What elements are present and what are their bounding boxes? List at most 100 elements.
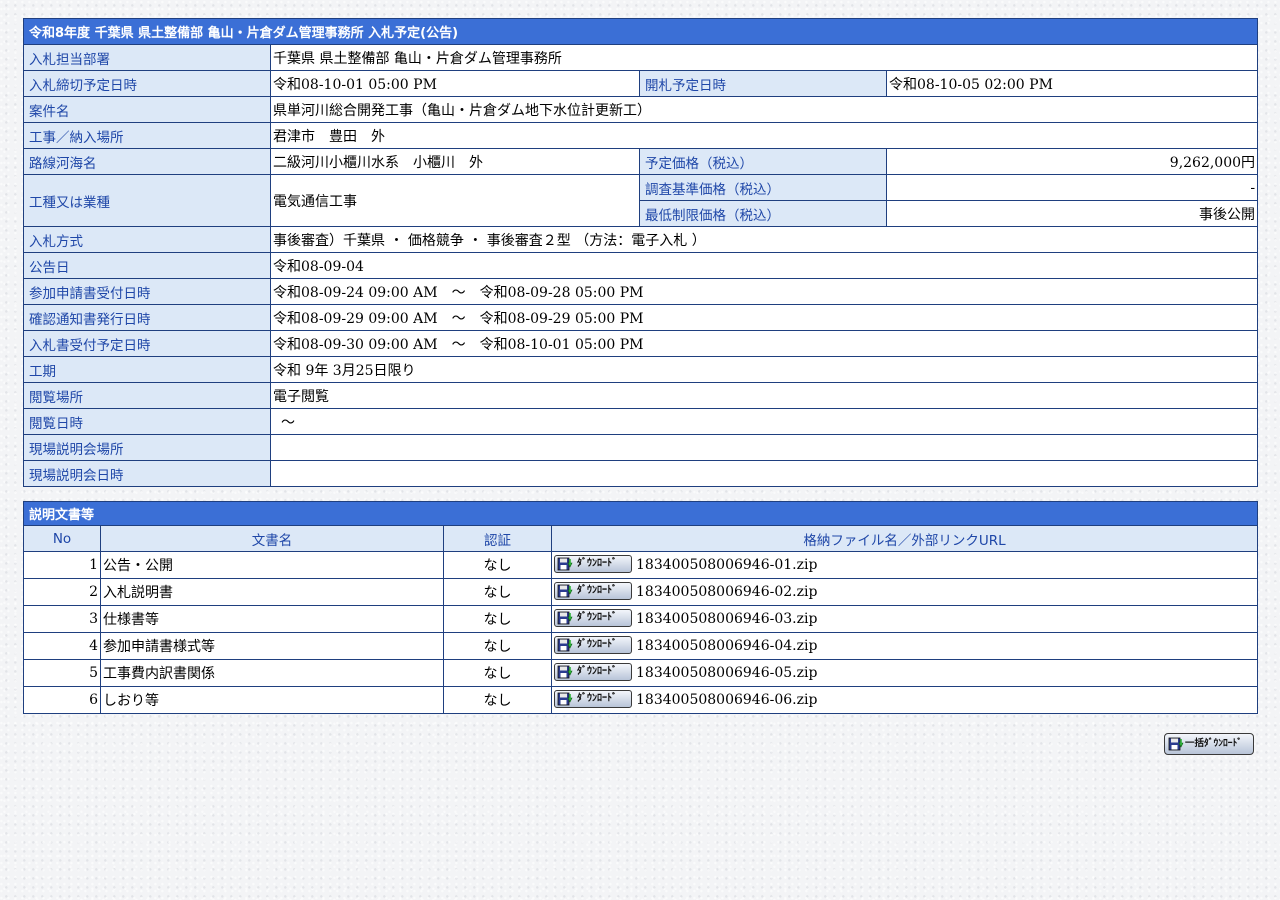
bulk-download-button[interactable]: 一括ﾀﾞｳﾝﾛｰﾄﾞ — [1164, 733, 1254, 755]
doc-name: 入札説明書 — [100, 578, 444, 606]
floppy-download-icon — [557, 692, 573, 705]
application-label: 参加申請書受付日時 — [23, 278, 271, 305]
file-name: 183400508006946-03.zip — [636, 611, 818, 627]
file-name: 183400508006946-06.zip — [636, 692, 818, 708]
doc-name: 参加申請書様式等 — [100, 632, 444, 660]
download-button-label: ﾀﾞｳﾝﾛｰﾄﾞ — [577, 665, 617, 677]
project-value: 県単河川総合開発工事（亀山・片倉ダム地下水位計更新工） — [269, 96, 1259, 123]
download-button-label: ﾀﾞｳﾝﾛｰﾄﾞ — [577, 584, 617, 596]
location-value: 君津市 豊田 外 — [269, 122, 1259, 149]
bid-receipt-label: 入札書受付予定日時 — [23, 330, 271, 357]
survey-price-value: - — [885, 174, 1259, 201]
download-button[interactable]: ﾀﾞｳﾝﾛｰﾄﾞ — [554, 581, 632, 600]
deadline-value: 令和08-10-01 05:00 PM — [270, 70, 640, 97]
department-value: 千葉県 県土整備部 亀山・片倉ダム管理事務所 — [269, 44, 1259, 71]
col-header-no: No — [23, 525, 101, 552]
opening-value: 令和08-10-05 02:00 PM — [885, 70, 1259, 97]
doc-no: 1 — [23, 551, 101, 579]
table-row: 5 工事費内訳書関係 なし ﾀﾞｳﾝﾛｰﾄﾞ 183400508006946-0… — [23, 659, 1259, 687]
doc-auth: なし — [443, 632, 552, 660]
department-label: 入札担当部署 — [23, 44, 271, 71]
bid-info-table: 令和8年度 千葉県 県土整備部 亀山・片倉ダム管理事務所 入札予定(公告) 入札… — [22, 18, 1259, 487]
doc-no: 5 — [23, 659, 101, 687]
documents-title: 説明文書等 — [22, 501, 1259, 526]
bulk-download-label: 一括ﾀﾞｳﾝﾛｰﾄﾞ — [1185, 738, 1243, 749]
doc-file-cell: ﾀﾞｳﾝﾛｰﾄﾞ 183400508006946-02.zip — [550, 578, 1259, 606]
floppy-download-icon — [557, 557, 573, 570]
viewing-date-label: 閲覧日時 — [23, 408, 271, 435]
doc-file-cell: ﾀﾞｳﾝﾛｰﾄﾞ 183400508006946-05.zip — [550, 659, 1259, 687]
viewing-place-label: 閲覧場所 — [23, 382, 271, 409]
download-button-label: ﾀﾞｳﾝﾛｰﾄﾞ — [577, 557, 617, 569]
download-button[interactable]: ﾀﾞｳﾝﾛｰﾄﾞ — [554, 662, 632, 681]
site-briefing-date-label: 現場説明会日時 — [23, 460, 271, 487]
floppy-download-icon — [557, 665, 573, 678]
doc-auth: なし — [443, 551, 552, 579]
doc-file-cell: ﾀﾞｳﾝﾛｰﾄﾞ 183400508006946-01.zip — [550, 551, 1259, 579]
table-row: 4 参加申請書様式等 なし ﾀﾞｳﾝﾛｰﾄﾞ 183400508006946-0… — [23, 632, 1259, 660]
period-value: 令和 9年 3月25日限り — [269, 356, 1259, 383]
col-header-doc-name: 文書名 — [100, 525, 444, 552]
documents-table: 説明文書等 No 文書名 認証 格納ファイル名／外部リンクURL 1 公告・公開… — [22, 501, 1259, 714]
file-name: 183400508006946-04.zip — [636, 638, 818, 654]
download-button[interactable]: ﾀﾞｳﾝﾛｰﾄﾞ — [554, 608, 632, 627]
notice-date-label: 公告日 — [23, 252, 271, 279]
location-label: 工事／納入場所 — [23, 122, 271, 149]
period-label: 工期 — [23, 356, 271, 383]
floppy-download-icon — [557, 638, 573, 651]
download-button-label: ﾀﾞｳﾝﾛｰﾄﾞ — [577, 692, 617, 704]
work-type-label: 工種又は業種 — [23, 174, 271, 227]
work-type-value: 電気通信工事 — [270, 174, 640, 227]
min-price-value: 事後公開 — [885, 200, 1259, 227]
file-name: 183400508006946-05.zip — [636, 665, 818, 681]
floppy-download-icon — [557, 584, 573, 597]
planned-price-value: 9,262,000円 — [885, 148, 1259, 175]
application-value: 令和08-09-24 09:00 AM ～ 令和08-09-28 05:00 P… — [269, 278, 1259, 305]
floppy-download-icon — [557, 611, 573, 624]
site-briefing-place-value — [269, 434, 1259, 461]
route-label: 路線河海名 — [23, 148, 271, 175]
doc-file-cell: ﾀﾞｳﾝﾛｰﾄﾞ 183400508006946-06.zip — [550, 686, 1259, 714]
viewing-place-value: 電子閲覧 — [269, 382, 1259, 409]
doc-file-cell: ﾀﾞｳﾝﾛｰﾄﾞ 183400508006946-03.zip — [550, 605, 1259, 633]
method-label: 入札方式 — [23, 226, 271, 253]
project-label: 案件名 — [23, 96, 271, 123]
doc-no: 2 — [23, 578, 101, 606]
doc-name: 工事費内訳書関係 — [100, 659, 444, 687]
download-button-label: ﾀﾞｳﾝﾛｰﾄﾞ — [577, 638, 617, 650]
table-row: 6 しおり等 なし ﾀﾞｳﾝﾛｰﾄﾞ 183400508006946-06.zi… — [23, 686, 1259, 714]
download-button-label: ﾀﾞｳﾝﾛｰﾄﾞ — [577, 611, 617, 623]
min-price-label: 最低制限価格（税込） — [639, 200, 887, 227]
download-button[interactable]: ﾀﾞｳﾝﾛｰﾄﾞ — [554, 554, 632, 573]
bid-info-title: 令和8年度 千葉県 県土整備部 亀山・片倉ダム管理事務所 入札予定(公告) — [22, 18, 1259, 45]
doc-auth: なし — [443, 605, 552, 633]
doc-name: しおり等 — [100, 686, 444, 714]
file-name: 183400508006946-02.zip — [636, 584, 818, 600]
site-briefing-date-value — [269, 460, 1259, 487]
doc-no: 6 — [23, 686, 101, 714]
notice-date-value: 令和08-09-04 — [269, 252, 1259, 279]
viewing-date-value: ～ — [269, 408, 1259, 435]
doc-no: 4 — [23, 632, 101, 660]
opening-label: 開札予定日時 — [639, 70, 887, 97]
download-button[interactable]: ﾀﾞｳﾝﾛｰﾄﾞ — [554, 635, 632, 654]
deadline-label: 入札締切予定日時 — [23, 70, 271, 97]
table-row: 2 入札説明書 なし ﾀﾞｳﾝﾛｰﾄﾞ 183400508006946-02.z… — [23, 578, 1259, 606]
table-row: 1 公告・公開 なし ﾀﾞｳﾝﾛｰﾄﾞ 183400508006946-01.z… — [23, 551, 1259, 579]
method-value: 事後審査）千葉県 ・ 価格競争 ・ 事後審査２型 （方法：電子入札 ） — [269, 226, 1259, 253]
table-row: 3 仕様書等 なし ﾀﾞｳﾝﾛｰﾄﾞ 183400508006946-03.zi… — [23, 605, 1259, 633]
confirmation-value: 令和08-09-29 09:00 AM ～ 令和08-09-29 05:00 P… — [269, 304, 1259, 331]
bid-receipt-value: 令和08-09-30 09:00 AM ～ 令和08-10-01 05:00 P… — [269, 330, 1259, 357]
route-value: 二級河川小櫃川水系 小櫃川 外 — [270, 148, 640, 175]
doc-file-cell: ﾀﾞｳﾝﾛｰﾄﾞ 183400508006946-04.zip — [550, 632, 1259, 660]
doc-auth: なし — [443, 659, 552, 687]
doc-auth: なし — [443, 686, 552, 714]
doc-no: 3 — [23, 605, 101, 633]
file-name: 183400508006946-01.zip — [636, 557, 818, 573]
site-briefing-place-label: 現場説明会場所 — [23, 434, 271, 461]
planned-price-label: 予定価格（税込） — [639, 148, 887, 175]
floppy-download-icon — [1168, 737, 1184, 751]
download-button[interactable]: ﾀﾞｳﾝﾛｰﾄﾞ — [554, 689, 632, 708]
doc-name: 仕様書等 — [100, 605, 444, 633]
col-header-auth: 認証 — [443, 525, 552, 552]
